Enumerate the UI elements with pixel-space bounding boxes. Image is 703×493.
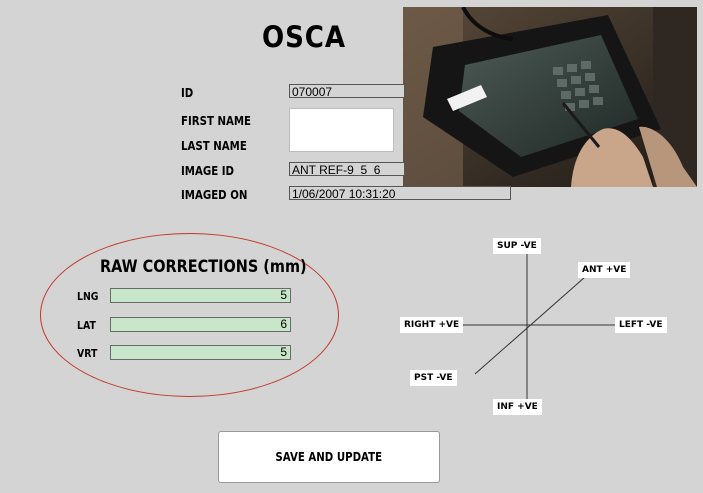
sup-label: SUP -VE — [493, 238, 541, 254]
direction-axes — [463, 247, 615, 402]
pst-label: PST -VE — [410, 370, 457, 386]
left-label: LEFT -VE — [615, 317, 667, 333]
osca-window: OSCA ID 070007 FIRST NAME LAST NAME IMAG… — [0, 0, 703, 493]
save-button-label: SAVE AND UPDATE — [275, 450, 383, 464]
save-and-update-button[interactable]: SAVE AND UPDATE — [218, 431, 440, 483]
right-label: RIGHT +VE — [400, 317, 464, 333]
inf-label: INF +VE — [493, 399, 542, 415]
ant-label: ANT +VE — [578, 262, 631, 278]
